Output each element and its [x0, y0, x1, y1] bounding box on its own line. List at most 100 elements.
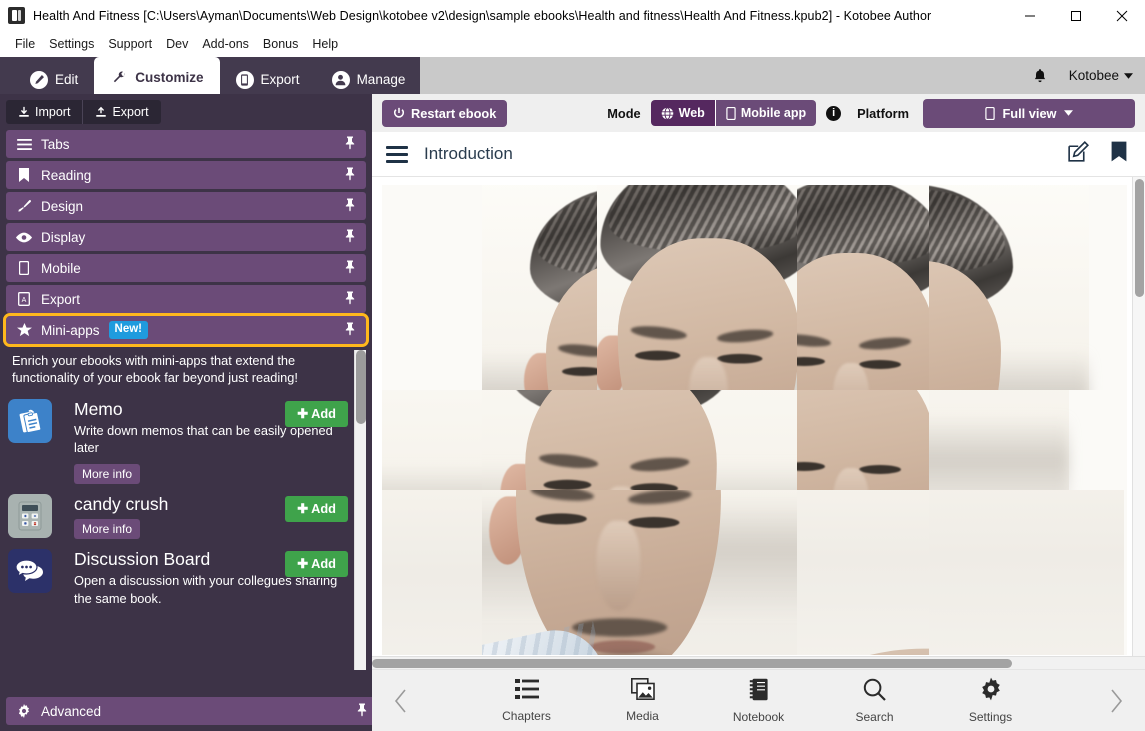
globe-icon	[661, 106, 673, 120]
chevron-right-icon[interactable]	[1101, 688, 1131, 713]
account-menu[interactable]: Kotobee	[1069, 68, 1133, 83]
import-button[interactable]: Import	[6, 100, 83, 124]
menu-addons[interactable]: Add-ons	[195, 34, 256, 54]
sidebar-item-mobile[interactable]: Mobile	[6, 254, 366, 282]
image-tile	[929, 185, 1124, 390]
new-badge: New!	[108, 321, 149, 339]
nav-media[interactable]: Media	[607, 678, 679, 723]
pin-icon[interactable]	[344, 229, 356, 246]
tab-manage[interactable]: Manage	[316, 65, 422, 94]
chevron-left-icon[interactable]	[386, 688, 416, 713]
image-tile	[482, 390, 797, 490]
plus-icon: ✚	[297, 556, 309, 572]
pin-icon[interactable]	[344, 136, 356, 153]
image-tile	[929, 490, 1124, 655]
export-button[interactable]: Export	[82, 100, 161, 124]
pin-icon[interactable]	[344, 291, 356, 308]
window-title: Health And Fitness [C:\Users\Ayman\Docum…	[33, 8, 932, 23]
sidebar-item-export-label: Export	[41, 291, 81, 307]
mini-apps-scrollbar[interactable]	[354, 350, 366, 670]
page-vertical-scrollbar[interactable]	[1132, 177, 1145, 656]
wrench-icon	[110, 69, 128, 87]
pin-icon[interactable]	[344, 260, 356, 277]
nav-settings-label: Settings	[968, 710, 1013, 724]
tab-export[interactable]: Export	[220, 65, 316, 94]
minimize-icon[interactable]	[1007, 0, 1053, 31]
add-button[interactable]: ✚ Add	[285, 495, 348, 522]
mode-label: Mode	[607, 105, 641, 121]
nav-chapters[interactable]: Chapters	[491, 678, 563, 723]
eye-icon	[16, 232, 32, 243]
menu-bonus[interactable]: Bonus	[256, 34, 305, 54]
sidebar-item-reading[interactable]: Reading	[6, 161, 366, 189]
pin-icon[interactable]	[344, 322, 356, 339]
plus-icon: ✚	[297, 500, 309, 516]
more-info-button[interactable]: More info	[74, 463, 141, 484]
bell-icon[interactable]	[1033, 68, 1047, 84]
info-icon[interactable]: i	[826, 105, 842, 121]
export-label: Export	[112, 105, 149, 119]
image-tile	[797, 490, 929, 655]
sidebar-item-display-label: Display	[41, 229, 86, 245]
menu-help[interactable]: Help	[305, 34, 345, 54]
scrollbar-thumb[interactable]	[372, 659, 1012, 668]
tab-customize-label: Customize	[135, 70, 204, 85]
nav-search[interactable]: Search	[839, 678, 911, 724]
mode-toggle-group: Web Mobile app	[650, 100, 817, 126]
menu-dev[interactable]: Dev	[159, 34, 195, 54]
list-item: candy crush More info ✚ Add	[6, 490, 352, 545]
main-tabs: Edit Customize Export Manage	[14, 57, 421, 94]
page-horizontal-scrollbar[interactable]	[372, 656, 1145, 669]
sidebar-item-mini-apps-label: Mini-apps	[41, 322, 100, 338]
image-tile	[597, 185, 797, 390]
menu-file[interactable]: File	[8, 34, 42, 54]
mobile-icon	[985, 106, 996, 120]
add-button[interactable]: ✚ Add	[285, 551, 348, 578]
list-item: Memo Write down memos that can be easily…	[6, 395, 352, 490]
sidebar-item-mini-apps[interactable]: Mini-apps New!	[3, 313, 369, 347]
pin-icon[interactable]	[344, 167, 356, 184]
tab-customize[interactable]: Customize	[94, 57, 220, 94]
more-info-button[interactable]: More info	[74, 519, 141, 540]
page-content	[372, 176, 1145, 669]
nav-settings[interactable]: Settings	[955, 677, 1027, 724]
sidebar-item-tabs[interactable]: Tabs	[6, 130, 366, 158]
add-button[interactable]: ✚ Add	[285, 400, 348, 427]
restart-label: Restart ebook	[411, 105, 497, 121]
nav-chapters-label: Chapters	[502, 709, 551, 723]
maximize-icon[interactable]	[1053, 0, 1099, 31]
image-tile	[482, 490, 797, 655]
pin-icon[interactable]	[356, 703, 368, 720]
sidebar-item-export[interactable]: A Export	[6, 285, 366, 313]
chapter-title: Introduction	[424, 144, 513, 163]
restart-ebook-button[interactable]: Restart ebook	[382, 99, 508, 127]
plus-icon: ✚	[297, 405, 309, 421]
pin-icon[interactable]	[344, 198, 356, 215]
bookmark-icon[interactable]	[1111, 141, 1127, 167]
hamburger-icon[interactable]	[386, 145, 408, 163]
edit-pencil-square-icon[interactable]	[1068, 140, 1090, 167]
nav-notebook-label: Notebook	[732, 709, 785, 724]
nav-notebook[interactable]: Notebook	[723, 678, 795, 724]
sidebar-item-advanced[interactable]: Advanced	[6, 697, 372, 725]
sidebar-item-display[interactable]: Display	[6, 223, 366, 251]
platform-dropdown[interactable]: Full view	[923, 98, 1135, 128]
scrollbar-thumb[interactable]	[1135, 179, 1144, 297]
gear-icon	[979, 677, 1003, 706]
menu-support[interactable]: Support	[101, 34, 159, 54]
magnifier-icon	[863, 678, 886, 706]
tab-edit[interactable]: Edit	[14, 65, 94, 94]
menu-settings[interactable]: Settings	[42, 34, 101, 54]
platform-label: Platform	[857, 105, 909, 121]
caret-down-icon	[1063, 110, 1073, 116]
nav-right-group: Kotobee	[1033, 57, 1133, 94]
mini-app-description: Open a discussion with your collegues sh…	[74, 573, 338, 606]
close-icon[interactable]	[1099, 0, 1145, 31]
mode-mobile-button[interactable]: Mobile app	[714, 100, 817, 126]
mode-web-button[interactable]: Web	[650, 100, 715, 126]
sidebar-item-design[interactable]: Design	[6, 192, 366, 220]
import-label: Import	[35, 105, 71, 119]
scrollbar-thumb[interactable]	[356, 350, 366, 424]
image-tile	[797, 185, 929, 390]
add-label: Add	[311, 556, 336, 572]
